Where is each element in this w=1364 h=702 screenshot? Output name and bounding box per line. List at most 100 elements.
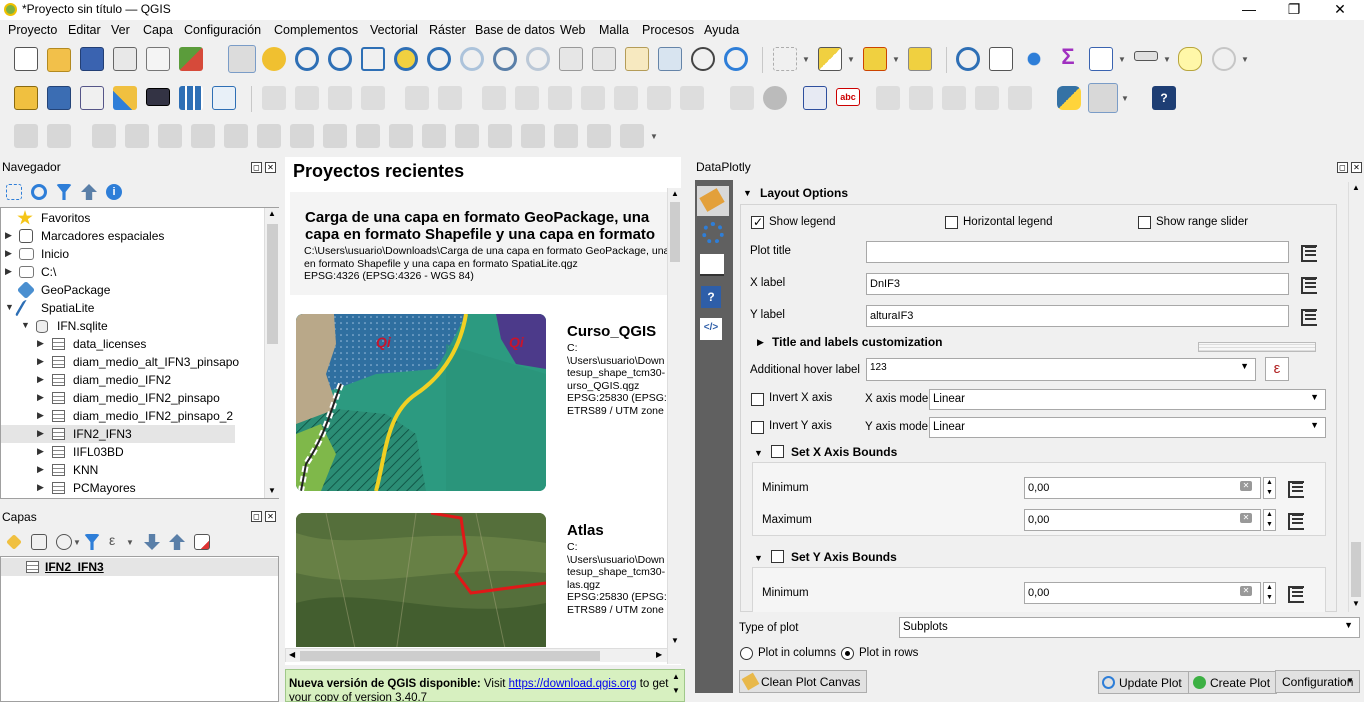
data-source-manager-icon[interactable]	[14, 86, 38, 110]
menu-base-de-datos[interactable]: Base de datos	[475, 23, 555, 37]
save-edits-icon[interactable]	[328, 86, 352, 110]
scrollbar-thumb[interactable]	[1351, 542, 1361, 597]
plot-in-rows-radio[interactable]	[841, 647, 854, 660]
horizontal-legend-checkbox[interactable]	[945, 216, 958, 229]
tree-item-data-licenses[interactable]: ▶ data_licenses	[1, 335, 263, 353]
spinbox-arrows[interactable]: ▲ ▼	[1263, 509, 1276, 531]
undo-icon[interactable]	[614, 86, 638, 110]
menu-configuracion[interactable]: Configuración	[184, 23, 261, 37]
expand-arrow-icon[interactable]: ▶	[37, 392, 44, 403]
collapse-arrow-icon[interactable]: ▼	[5, 302, 14, 312]
new-bookmark-icon[interactable]	[625, 47, 649, 71]
style-manager-icon[interactable]	[179, 47, 203, 71]
project-card-3[interactable]: Atlas C: \Users\usuario\Down tesup_shape…	[290, 507, 667, 647]
x-axis-mode-select[interactable]: Linear ▼	[929, 389, 1326, 410]
set-y-bounds-checkbox[interactable]	[771, 550, 784, 563]
label-change-icon[interactable]	[975, 86, 999, 110]
tree-item-inicio[interactable]: ▶ Inicio	[1, 245, 263, 263]
tree-item-geopackage[interactable]: GeoPackage	[1, 280, 263, 300]
select-features-icon[interactable]	[773, 47, 797, 71]
vertex-tool-icon[interactable]	[405, 86, 429, 110]
code-icon[interactable]: </>	[700, 318, 722, 340]
menu-raster[interactable]: Ráster	[429, 23, 466, 37]
redo-2-icon[interactable]	[680, 86, 704, 110]
select-by-value-icon[interactable]	[818, 47, 842, 71]
recent-scrollbar-v[interactable]: ▲ ▼	[667, 188, 681, 664]
splitter-handle[interactable]	[1198, 342, 1316, 352]
menu-vectorial[interactable]: Vectorial	[370, 23, 418, 37]
layer-row-ifn2-ifn3[interactable]: IFN2_IFN3	[1, 558, 278, 576]
expression-editor-button[interactable]: ε	[1265, 357, 1289, 381]
copy-features-icon[interactable]	[548, 86, 572, 110]
chevron-down-icon[interactable]: ▼	[1163, 55, 1171, 64]
close-button[interactable]: ✕	[1317, 0, 1363, 20]
select-location-icon[interactable]	[908, 47, 932, 71]
show-legend-checkbox[interactable]: ✓	[751, 215, 764, 229]
info-icon[interactable]: i	[106, 184, 122, 200]
type-of-plot-select[interactable]: Subplots ▼	[899, 617, 1360, 638]
expand-arrow-icon[interactable]: ▶	[757, 337, 764, 348]
field-calculator-icon[interactable]	[1089, 47, 1113, 71]
chevron-down-icon[interactable]: ▼	[650, 132, 658, 141]
menu-procesos[interactable]: Procesos	[642, 23, 694, 37]
add-ring-icon[interactable]	[47, 124, 71, 148]
label-highlight-icon[interactable]	[803, 86, 827, 110]
label-toolbar-icon[interactable]	[730, 86, 754, 110]
tree-item-pcmayores[interactable]: ▶ PCMayores	[1, 479, 263, 497]
help-icon[interactable]: ?	[701, 286, 721, 308]
data-defined-override-icon[interactable]	[1285, 478, 1309, 498]
expand-arrow-icon[interactable]: ▶	[37, 356, 44, 367]
update-plot-button[interactable]: Update Plot	[1098, 671, 1189, 694]
tree-item-diam-medio-ifn2-pinsapo-2[interactable]: ▶ diam_medio_IFN2_pinsapo_2	[1, 407, 263, 425]
scrollbar-thumb[interactable]	[267, 224, 278, 344]
pan-to-selection-icon[interactable]	[262, 47, 286, 71]
attribute-table-icon[interactable]	[989, 47, 1013, 71]
clear-icon[interactable]: ✕	[1240, 481, 1252, 491]
add-delimited-text-icon[interactable]	[80, 86, 104, 110]
zoom-last-icon[interactable]	[493, 47, 517, 71]
tree-item-iifl03bd[interactable]: ▶ IIFL03BD	[1, 443, 263, 461]
chevron-down-icon[interactable]: ▼	[802, 55, 810, 64]
clean-plot-canvas-button[interactable]: Clean Plot Canvas	[739, 670, 868, 693]
collapse-arrow-icon[interactable]: ▼	[754, 553, 763, 563]
tree-item-diam-medio-ifn2[interactable]: ▶ diam_medio_IFN2	[1, 371, 263, 389]
save-as-icon[interactable]	[113, 47, 137, 71]
scroll-up-icon[interactable]: ▲	[672, 672, 680, 681]
menu-malla[interactable]: Malla	[599, 23, 629, 37]
expand-arrow-icon[interactable]: ▶	[5, 230, 12, 241]
dataplotly-scrollbar[interactable]: ▲ ▼	[1348, 182, 1362, 612]
expand-arrow-icon[interactable]: ▶	[37, 464, 44, 475]
expand-arrow-icon[interactable]: ▶	[37, 482, 44, 493]
tree-item-spatialite[interactable]: ▼ SpatiaLite	[1, 299, 263, 317]
tree-item-knn[interactable]: ▶ KNN	[1, 461, 263, 479]
y-axis-mode-select[interactable]: Linear ▼	[929, 417, 1326, 438]
scroll-up-icon[interactable]: ▲	[268, 209, 276, 218]
filter-legend-icon[interactable]	[84, 534, 100, 550]
close-panel-icon[interactable]: ✕	[265, 511, 276, 522]
label-text-icon[interactable]: abc	[836, 88, 860, 106]
tree-item-c-drive[interactable]: ▶ C:\	[1, 263, 263, 281]
split-parts-icon[interactable]	[323, 124, 347, 148]
maximize-button[interactable]: ❐	[1271, 0, 1317, 20]
data-defined-override-icon[interactable]	[1298, 274, 1322, 294]
minimize-button[interactable]: —	[1226, 0, 1272, 20]
collapse-arrow-icon[interactable]: ▼	[743, 188, 752, 198]
zoom-native-icon[interactable]	[460, 47, 484, 71]
expand-arrow-icon[interactable]: ▶	[37, 428, 44, 439]
label-pin-icon[interactable]	[763, 86, 787, 110]
map-tips-icon[interactable]	[1178, 47, 1202, 71]
add-group-icon[interactable]	[31, 534, 47, 550]
expand-arrow-icon[interactable]: ▶	[5, 266, 12, 277]
paste-features-icon[interactable]	[581, 86, 605, 110]
add-selected-layers-icon[interactable]	[6, 184, 22, 200]
scroll-down-icon[interactable]: ▼	[671, 636, 679, 645]
collapse-all-icon[interactable]	[81, 184, 97, 200]
add-raster-icon[interactable]	[179, 86, 203, 110]
pan-map-icon[interactable]	[228, 45, 256, 73]
delete-ring-icon[interactable]	[158, 124, 182, 148]
refresh-icon[interactable]	[724, 47, 748, 71]
download-link[interactable]: https://download.qgis.org	[509, 678, 637, 690]
y-minimum-input[interactable]: 0,00	[1024, 582, 1261, 604]
measure-icon[interactable]	[1134, 51, 1158, 61]
chevron-down-icon[interactable]: ▼	[1118, 55, 1126, 64]
